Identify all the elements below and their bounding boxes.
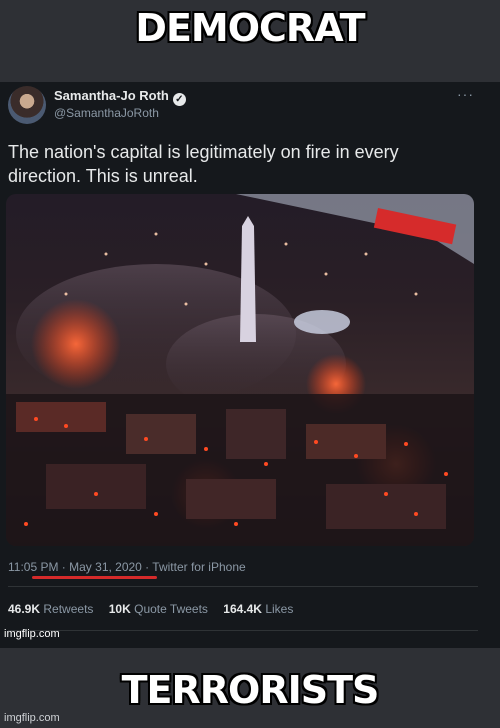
bottom-caption: TERRORISTS [121,668,380,712]
tweet-photo[interactable] [6,194,474,546]
tweet-timestamp[interactable]: 11:05 PM · May 31, 2020 · Twitter for iP… [8,560,246,574]
likes-stat[interactable]: 164.4K Likes [223,602,293,616]
tweet-card: Samantha-Jo Roth ✓ @SamanthaJoRoth ··· Th… [0,82,500,648]
author-name-text[interactable]: Samantha-Jo Roth [54,88,169,103]
likes-count: 164.4K [223,602,262,616]
top-caption: DEMOCRAT [135,6,365,50]
retweets-stat[interactable]: 46.9K Retweets [8,602,93,616]
likes-label: Likes [265,602,294,616]
tweet-text: The nation's capital is legitimately on … [8,142,399,186]
avatar[interactable] [8,86,46,124]
timestamp-underline [32,576,157,579]
quote-tweets-label: Quote Tweets [134,602,208,616]
more-options-icon[interactable]: ··· [457,86,474,102]
watermark-bottom: imgflip.com [4,712,60,724]
author-handle[interactable]: @SamanthaJoRoth [54,106,159,120]
watermark: imgflip.com [4,628,60,640]
quote-tweets-count: 10K [108,602,131,616]
retweets-count: 46.9K [8,602,41,616]
quote-tweets-stat[interactable]: 10K Quote Tweets [109,602,208,616]
verified-badge-icon: ✓ [172,93,186,106]
engagement-stats: 46.9K Retweets 10K Quote Tweets 164.4K L… [8,602,305,616]
author-name[interactable]: Samantha-Jo Roth ✓ [54,88,186,106]
divider [8,630,478,631]
divider [8,586,478,587]
retweets-label: Retweets [43,602,94,616]
city-fire-scene [6,194,474,546]
